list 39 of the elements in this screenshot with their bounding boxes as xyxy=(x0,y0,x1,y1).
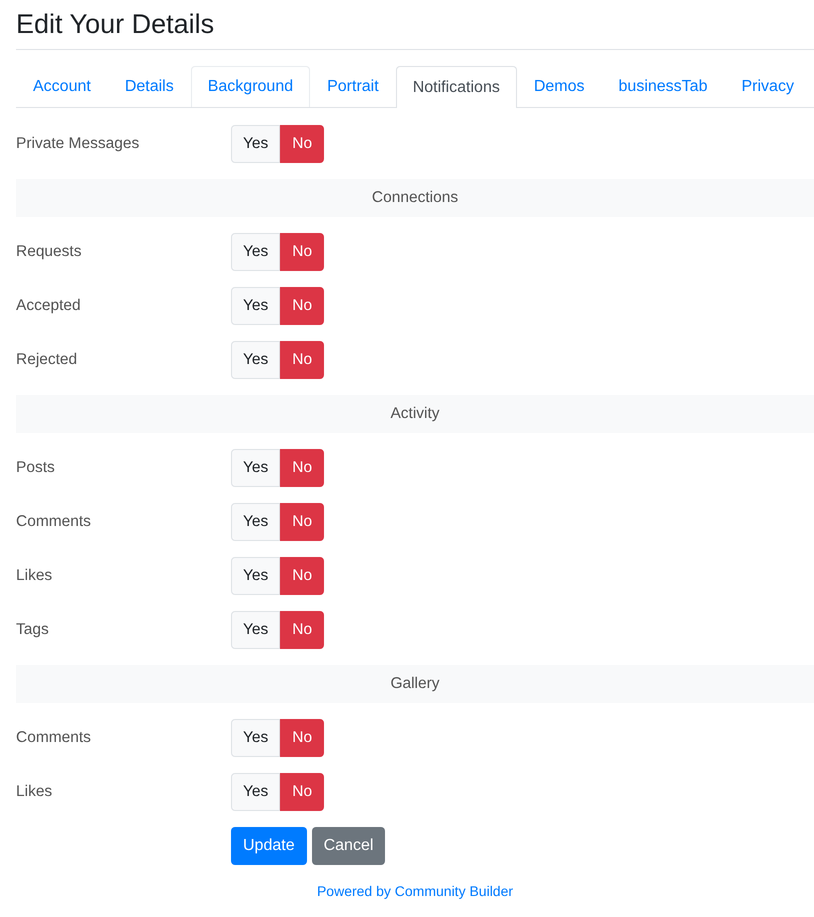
toggle-option[interactable]: No xyxy=(280,449,324,487)
toggle-option[interactable]: Yes xyxy=(231,557,280,595)
toggle-option[interactable]: Yes xyxy=(231,611,280,649)
toggle-option[interactable]: Yes xyxy=(231,341,280,379)
toggle-option[interactable]: No xyxy=(280,341,324,379)
field-label: Comments xyxy=(16,513,92,531)
field-label: Likes xyxy=(16,783,54,801)
field-label: Comments xyxy=(16,729,92,747)
field-label: Posts xyxy=(16,459,56,477)
field-label: Rejected xyxy=(16,351,78,369)
tab[interactable]: Notifications xyxy=(396,66,517,108)
section-heading: Gallery xyxy=(16,665,814,703)
toggle-option[interactable]: Yes xyxy=(231,287,280,325)
section-heading: Connections xyxy=(16,179,814,217)
field-label: Accepted xyxy=(16,297,82,315)
toggle-option[interactable]: No xyxy=(280,125,324,163)
toggle-option[interactable]: Yes xyxy=(231,503,280,541)
toggle-option[interactable]: No xyxy=(280,611,324,649)
page-title: Edit Your Details xyxy=(16,0,814,50)
field-label: Requests xyxy=(16,243,82,261)
toggle-option[interactable]: Yes xyxy=(231,233,280,271)
toggle-option[interactable]: Yes xyxy=(231,449,280,487)
section-heading: Activity xyxy=(16,395,814,433)
update-button[interactable]: Update xyxy=(231,827,307,865)
toggle-option[interactable]: Yes xyxy=(231,125,280,163)
field-label: Likes xyxy=(16,567,54,585)
tab[interactable]: Background xyxy=(190,66,310,107)
toggle-option[interactable]: Yes xyxy=(231,773,280,811)
toggle-option[interactable]: No xyxy=(280,503,324,541)
field-label: Tags xyxy=(16,621,50,639)
toggle-option[interactable]: Yes xyxy=(231,719,280,757)
powered-by-link[interactable]: Powered by Community Builder xyxy=(316,883,514,899)
toggle-option[interactable]: No xyxy=(280,773,324,811)
cancel-button[interactable]: Cancel xyxy=(312,827,386,865)
toggle-option[interactable]: No xyxy=(280,287,324,325)
toggle-option[interactable]: No xyxy=(280,557,324,595)
toggle-option[interactable]: No xyxy=(280,719,324,757)
field-label: Private Messages xyxy=(16,135,140,153)
toggle-option[interactable]: No xyxy=(280,233,324,271)
